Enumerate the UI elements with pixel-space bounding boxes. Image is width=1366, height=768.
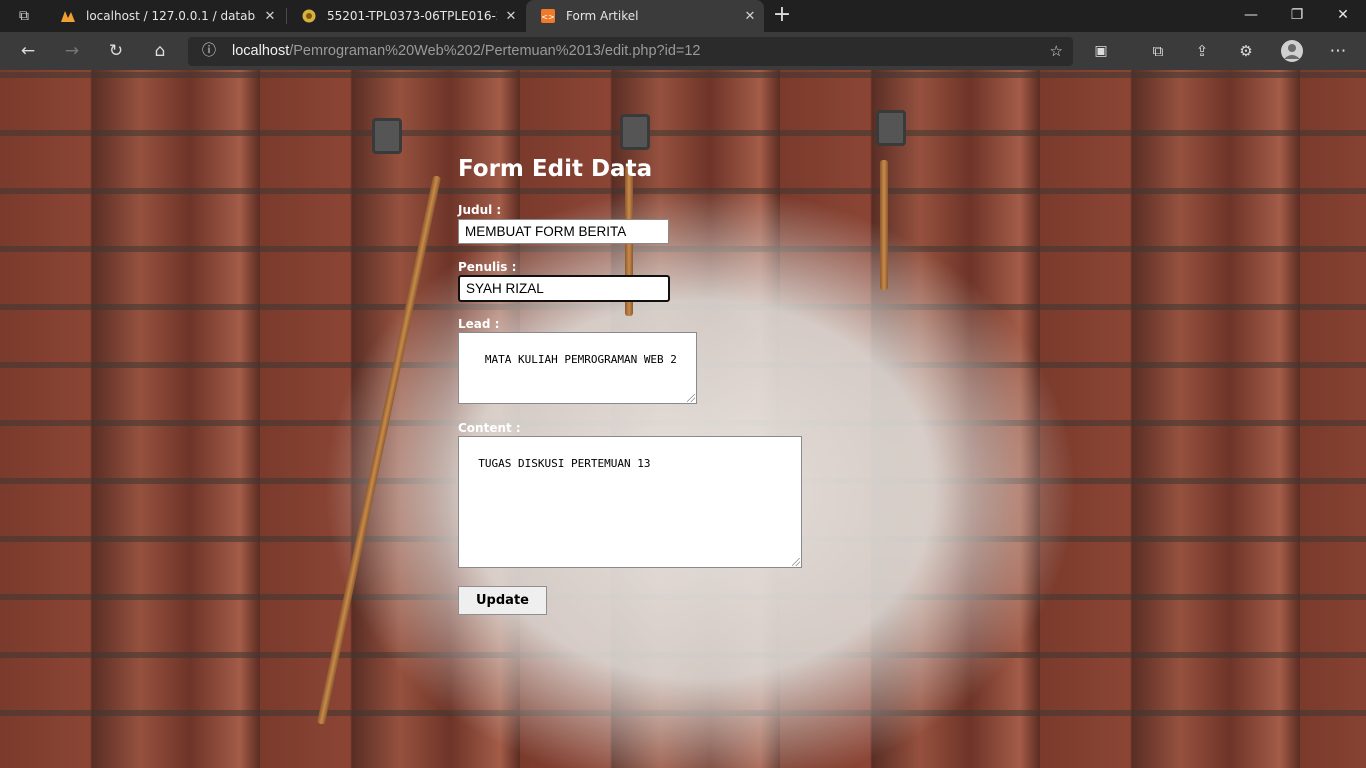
close-tab-icon[interactable]: ✕ [497, 9, 525, 24]
extension-icon[interactable]: ▣ [1089, 39, 1113, 63]
refresh-icon[interactable]: ↻ [104, 39, 128, 63]
maximize-button[interactable]: ❐ [1274, 0, 1320, 32]
lead-text: MATA KULIAH PEMROGRAMAN WEB 2 [478, 353, 677, 366]
wall-hook [372, 118, 402, 154]
content-label: Content : [458, 421, 521, 435]
html-icon: <> [541, 9, 555, 23]
url-text[interactable]: localhost/Pemrograman%20Web%202/Pertemua… [232, 43, 700, 59]
tab-course[interactable]: 55201-TPL0373-06TPLE016-2020 ✕ [287, 0, 525, 32]
update-button[interactable]: Update [458, 586, 547, 615]
site-info-icon[interactable]: ⓘ [200, 42, 218, 60]
page-title: Form Edit Data [458, 156, 653, 182]
home-icon[interactable]: ⌂ [148, 39, 172, 63]
minimize-button[interactable]: — [1228, 0, 1274, 32]
tab-strip: ⧉ localhost / 127.0.0.1 / database_a ✕ 5… [0, 0, 1366, 32]
tab-actions-icon[interactable]: ⧉ [12, 4, 36, 28]
resize-grip-icon[interactable] [687, 394, 695, 402]
tab-form-artikel[interactable]: <> Form Artikel ✕ [526, 0, 764, 32]
hanger-pole [316, 175, 442, 725]
forward-icon[interactable]: → [60, 39, 84, 63]
svg-text:<>: <> [541, 13, 554, 22]
page-background [0, 70, 1366, 768]
lead-textarea[interactable]: MATA KULIAH PEMROGRAMAN WEB 2 [458, 332, 697, 404]
profile-avatar-icon[interactable] [1280, 39, 1304, 63]
new-tab-button[interactable]: + [770, 3, 794, 27]
share-icon[interactable]: ⇪ [1190, 39, 1214, 63]
penulis-input[interactable]: SYAH RIZAL [458, 275, 670, 302]
extensions-icon[interactable]: ⚙ [1234, 39, 1258, 63]
resize-grip-icon[interactable] [792, 558, 800, 566]
content-text: TUGAS DISKUSI PERTEMUAN 13 [478, 457, 651, 470]
campus-logo-icon [302, 9, 316, 23]
close-tab-icon[interactable]: ✕ [256, 9, 284, 24]
back-icon[interactable]: ← [16, 39, 40, 63]
content-textarea[interactable]: TUGAS DISKUSI PERTEMUAN 13 [458, 436, 802, 568]
wall-hook [620, 114, 650, 150]
close-tab-icon[interactable]: ✕ [736, 9, 764, 24]
collections-icon[interactable]: ⧉ [1146, 39, 1170, 63]
url-path: /Pemrograman%20Web%202/Pertemuan%2013/ed… [289, 43, 701, 59]
add-favorite-icon[interactable]: ☆ [1050, 42, 1063, 60]
tab-title: 55201-TPL0373-06TPLE016-2020 [327, 9, 497, 23]
url-host: localhost [232, 43, 290, 59]
close-window-button[interactable]: ✕ [1320, 0, 1366, 32]
tab-title: localhost / 127.0.0.1 / database_a [86, 9, 256, 23]
wall-hook [876, 110, 906, 146]
hanger-pole [880, 160, 888, 290]
phpmyadmin-icon [61, 11, 75, 22]
judul-label: Judul : [458, 203, 502, 217]
tab-title: Form Artikel [566, 9, 639, 23]
more-menu-icon[interactable]: ⋯ [1326, 39, 1350, 63]
lead-label: Lead : [458, 317, 500, 331]
address-bar[interactable]: ⓘ localhost/Pemrograman%20Web%202/Pertem… [188, 37, 1073, 66]
judul-input[interactable]: MEMBUAT FORM BERITA [458, 219, 669, 244]
penulis-label: Penulis : [458, 260, 517, 274]
tab-phpmyadmin[interactable]: localhost / 127.0.0.1 / database_a ✕ [46, 0, 284, 32]
